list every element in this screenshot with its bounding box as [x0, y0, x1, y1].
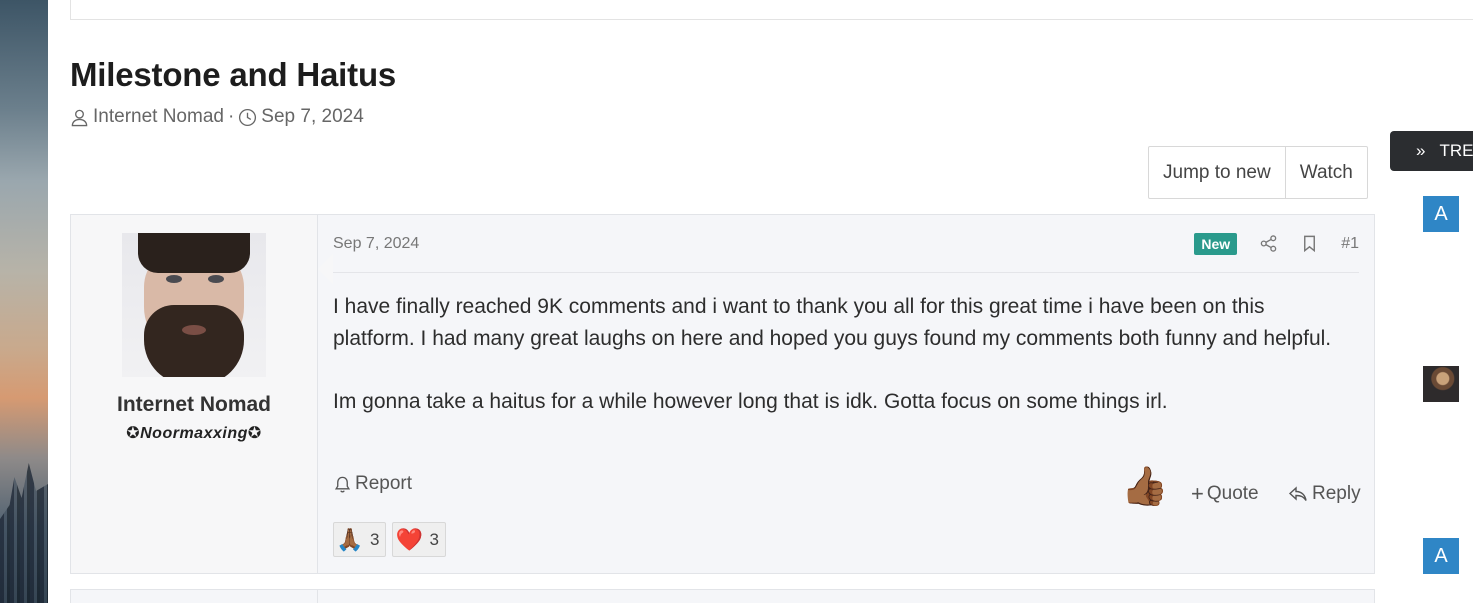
- thread-action-buttons: Jump to new Watch: [1148, 146, 1368, 199]
- quote-label: Quote: [1206, 483, 1259, 504]
- share-icon[interactable]: [1259, 234, 1278, 253]
- thread-date[interactable]: Sep 7, 2024: [261, 106, 363, 128]
- report-button[interactable]: Report: [333, 473, 412, 495]
- trending-label: TRE: [1439, 141, 1473, 160]
- reaction-count: 3: [429, 529, 439, 549]
- reply-icon: [1288, 486, 1307, 501]
- reaction-heart[interactable]: ❤️ 3: [392, 522, 446, 557]
- reply-button[interactable]: Reply: [1288, 483, 1361, 505]
- clock-icon: [239, 108, 257, 126]
- plus-icon: +: [1191, 481, 1204, 506]
- post-header: Sep 7, 2024 New #1: [333, 215, 1359, 273]
- user-icon: [71, 109, 88, 126]
- bell-icon: [334, 476, 351, 492]
- reaction-pray[interactable]: 🙏🏾 3: [333, 522, 387, 557]
- post-main: Sep 7, 2024 New #1 I have finally reache…: [318, 215, 1374, 573]
- user-title: ✪Noormaxxing✪: [126, 425, 262, 442]
- post-paragraph: Im gonna take a haitus for a while howev…: [333, 389, 1168, 413]
- thread-title: Milestone and Haitus: [70, 56, 397, 93]
- trending-toggle[interactable]: » TRE: [1390, 131, 1473, 171]
- sidebar-avatar-image[interactable]: [1423, 366, 1459, 402]
- jump-to-new-button[interactable]: Jump to new: [1149, 147, 1285, 198]
- meta-separator: ·: [227, 106, 235, 127]
- post-date[interactable]: Sep 7, 2024: [333, 235, 419, 253]
- reply-label: Reply: [1312, 483, 1361, 504]
- reactions-bar: 🙏🏾 3 ❤️ 3: [333, 522, 446, 557]
- post-number[interactable]: #1: [1341, 235, 1359, 253]
- post-username[interactable]: Internet Nomad: [117, 393, 271, 417]
- post-actions: Report 👍🏾 + Quote Reply: [333, 467, 1361, 513]
- heart-emoji-icon: ❤️: [395, 526, 424, 552]
- watch-button[interactable]: Watch: [1284, 147, 1367, 198]
- thread-meta: Internet Nomad · Sep 7, 2024: [70, 105, 364, 129]
- post-user-panel: Internet Nomad ✪Noormaxxing✪: [71, 215, 333, 573]
- post: Internet Nomad ✪Noormaxxing✪ Sep 7, 2024…: [70, 214, 1375, 574]
- sidebar-avatar[interactable]: A: [1423, 196, 1459, 232]
- background-image-strip: [0, 0, 48, 603]
- top-panel-border: [70, 0, 1473, 20]
- reaction-count: 3: [370, 529, 380, 549]
- post-paragraph: I have finally reached 9K comments and i…: [333, 295, 1332, 350]
- post-header-tools: New #1: [1194, 232, 1359, 255]
- sidebar-avatar[interactable]: A: [1423, 538, 1459, 574]
- quote-button[interactable]: + Quote: [1191, 483, 1259, 505]
- post-body: I have finally reached 9K comments and i…: [333, 291, 1343, 417]
- avatar[interactable]: [122, 233, 266, 377]
- pray-emoji-icon: 🙏🏾: [336, 526, 364, 552]
- bookmark-icon[interactable]: [1300, 234, 1319, 253]
- next-post: [70, 589, 1375, 603]
- double-chevron-right-icon: »: [1416, 141, 1426, 160]
- report-label: Report: [355, 473, 413, 494]
- new-badge: New: [1194, 232, 1238, 255]
- like-reaction-button[interactable]: 👍🏾: [1121, 467, 1168, 507]
- thread-author[interactable]: Internet Nomad: [93, 106, 224, 128]
